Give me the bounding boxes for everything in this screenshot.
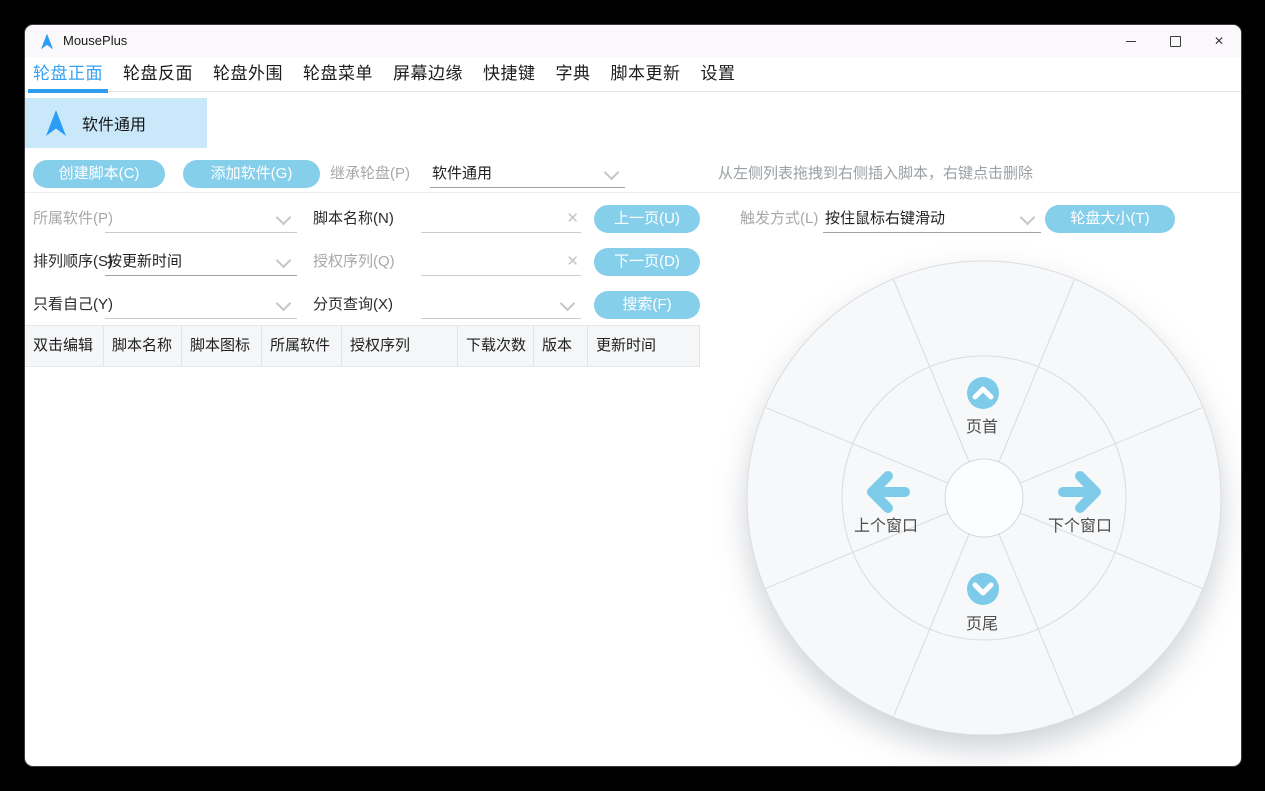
prev-window-label: 上个窗口: [854, 517, 918, 535]
wheel-size-button[interactable]: 轮盘大小(T): [1045, 205, 1175, 233]
toolbar-divider: [25, 192, 1241, 193]
trigger-mode-label: 触发方式(L): [740, 210, 819, 227]
tab-wheel-menu[interactable]: 轮盘菜单: [298, 57, 378, 92]
window-controls: ✕: [1109, 25, 1241, 57]
tab-screen-edge[interactable]: 屏幕边缘: [388, 57, 468, 92]
trigger-mode-value: 按住鼠标右键滑动: [825, 210, 946, 227]
maximize-button[interactable]: [1153, 25, 1197, 57]
chevron-down-icon: [275, 209, 292, 226]
drag-hint-text: 从左侧列表拖拽到右侧插入脚本，右键点击删除: [718, 165, 1034, 182]
col-owner-software: 所属软件: [262, 326, 342, 366]
owner-software-label: 所属软件(P): [33, 210, 113, 227]
chevron-down-icon: [559, 295, 576, 312]
search-button[interactable]: 搜索(F): [594, 291, 700, 319]
close-icon: ✕: [1213, 34, 1225, 48]
chevron-down-icon: [603, 164, 620, 181]
prev-page-button[interactable]: 上一页(U): [594, 205, 700, 233]
script-name-field: ✕: [421, 205, 581, 233]
trigger-mode-select[interactable]: 按住鼠标右键滑动: [823, 205, 1041, 233]
profile-tab-general[interactable]: 软件通用: [25, 98, 207, 148]
profile-arrow-icon: [46, 110, 66, 136]
tab-wheel-front[interactable]: 轮盘正面: [28, 57, 108, 93]
tab-hotkeys[interactable]: 快捷键: [478, 57, 541, 92]
minimize-button[interactable]: [1109, 25, 1153, 57]
col-download-count: 下载次数: [458, 326, 534, 366]
chevron-down-icon: [275, 252, 292, 269]
sort-order-value: 按更新时间: [107, 253, 183, 270]
create-script-button[interactable]: 创建脚本(C): [33, 160, 165, 188]
wheel-center-circle: [944, 458, 1024, 538]
tab-script-update[interactable]: 脚本更新: [606, 57, 686, 92]
col-license-serial: 授权序列: [342, 326, 458, 366]
page-bottom-label: 页尾: [966, 616, 998, 633]
sort-order-label: 排列顺序(S): [33, 253, 113, 270]
page-top-label: 页首: [966, 418, 998, 436]
col-update-time: 更新时间: [588, 326, 700, 366]
script-name-label: 脚本名称(N): [313, 210, 394, 227]
desktop: { "window": { "title": "MousePlus" }, "i…: [0, 0, 1265, 791]
license-serial-label: 授权序列(Q): [313, 253, 395, 270]
window-title: MousePlus: [63, 33, 128, 48]
owner-software-select[interactable]: [105, 205, 297, 233]
license-serial-field: ✕: [421, 248, 581, 276]
col-script-name: 脚本名称: [104, 326, 182, 366]
maximize-icon: [1169, 35, 1181, 47]
sort-order-select[interactable]: 按更新时间: [105, 248, 297, 276]
col-script-icon: 脚本图标: [182, 326, 262, 366]
add-software-button[interactable]: 添加软件(G): [183, 160, 320, 188]
titlebar: MousePlus ✕: [25, 25, 1241, 57]
minimize-icon: [1126, 40, 1136, 42]
profile-tab-label: 软件通用: [82, 117, 147, 134]
inherit-wheel-value: 软件通用: [432, 165, 493, 182]
wheel-preview[interactable]: 页首 上个窗口 下个窗口 页尾: [739, 253, 1229, 743]
col-version: 版本: [534, 326, 588, 366]
tab-settings[interactable]: 设置: [696, 57, 741, 92]
inherit-wheel-label: 继承轮盘(P): [330, 165, 410, 182]
tab-dictionary[interactable]: 字典: [551, 57, 596, 92]
app-logo-icon: [40, 33, 54, 50]
close-button[interactable]: ✕: [1197, 25, 1241, 57]
tab-wheel-back[interactable]: 轮盘反面: [118, 57, 198, 92]
col-double-click-edit: 双击编辑: [25, 326, 104, 366]
only-mine-select[interactable]: [105, 291, 297, 319]
chevron-down-icon: [1019, 209, 1036, 226]
clear-icon[interactable]: ✕: [566, 252, 579, 272]
next-window-label: 下个窗口: [1048, 517, 1112, 535]
script-table-header: 双击编辑 脚本名称 脚本图标 所属软件 授权序列 下载次数 版本 更新时间: [25, 325, 700, 367]
main-tabbar: 轮盘正面 轮盘反面 轮盘外围 轮盘菜单 屏幕边缘 快捷键 字典 脚本更新 设置: [25, 57, 1241, 93]
app-window: MousePlus ✕ 轮盘正面 轮盘反面 轮盘外围 轮盘菜单 屏幕边缘 快捷键…: [25, 25, 1241, 766]
inherit-wheel-select[interactable]: 软件通用: [430, 160, 625, 188]
tab-wheel-outer[interactable]: 轮盘外围: [208, 57, 288, 92]
clear-icon[interactable]: ✕: [566, 209, 579, 229]
only-mine-label: 只看自己(Y): [33, 296, 113, 313]
chevron-down-icon: [275, 295, 292, 312]
page-top-icon: [967, 377, 999, 409]
page-query-label: 分页查询(X): [313, 296, 393, 313]
page-bottom-icon: [967, 573, 999, 605]
page-query-select[interactable]: [421, 291, 581, 319]
script-name-input[interactable]: [423, 207, 561, 232]
next-page-button[interactable]: 下一页(D): [594, 248, 700, 276]
license-serial-input[interactable]: [423, 250, 561, 275]
